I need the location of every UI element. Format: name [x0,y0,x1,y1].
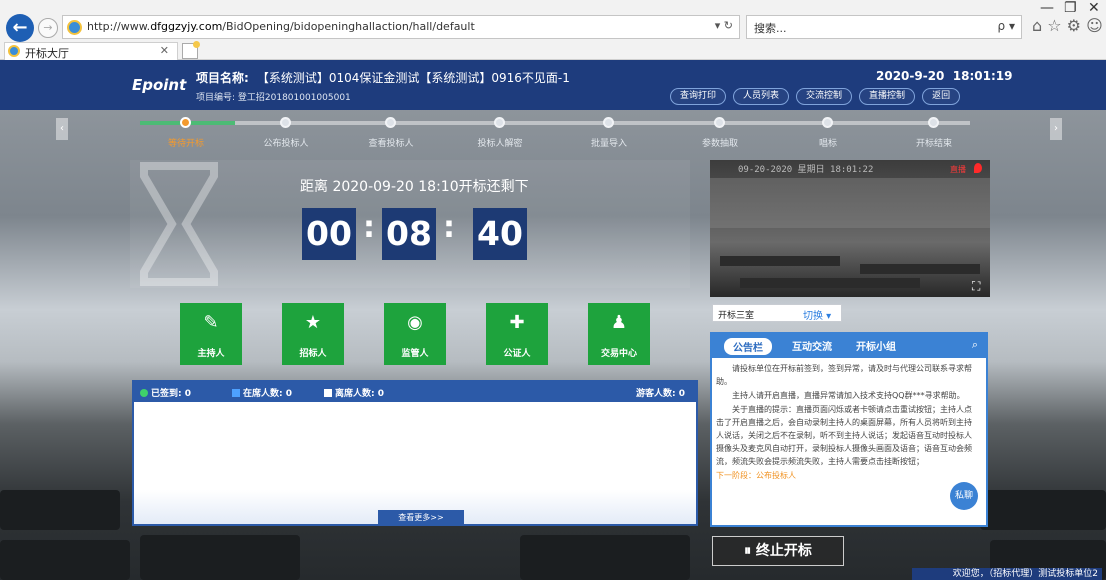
step-dot [280,117,291,128]
ie-page-icon [67,20,82,35]
close-window-icon[interactable]: ✕ [1088,0,1100,16]
countdown-hours: 00 [302,208,356,260]
project-number: 项目编号: 登工招201801001005001 [196,93,351,103]
personnel-list-button[interactable]: 人员列表 [733,88,790,105]
address-bar[interactable]: http://www.dfggzyjy.com/BidOpening/bidop… [62,15,740,39]
room-selector[interactable]: 开标三室 切换 ▾ [712,304,842,322]
tab-interaction[interactable]: 互动交流 [792,338,832,353]
browser-tab[interactable]: 开标大厅 ✕ [4,42,178,60]
live-badge: 直播 [950,165,966,174]
browser-toolbar: ← → http://www.dfggzyjy.com/BidOpening/b… [0,0,1106,60]
step-dot [385,117,396,128]
step-label-view-bidders[interactable]: 查看投标人 [368,136,413,149]
header-datetime: 2020-9-20 18:01:19 [876,69,1013,83]
minimize-icon[interactable]: — [1040,0,1054,16]
room-name: 开标三室 [718,311,755,321]
search-icon[interactable]: ⌕ [972,338,978,352]
step-label-batch-import[interactable]: 批量导入 [591,136,627,149]
notice-paragraph: 主持人请开启直播，直播异常请加入技术支持QQ群***寻求帮助。 [732,391,965,400]
notice-panel: 公告栏 互动交流 开标小组 ⌕ 请投标单位在开标前签到，签到异常，请及时与代理公… [710,332,988,527]
role-tile-supervisor[interactable]: ◉ 监管人 [384,303,446,365]
location-pin-icon [974,163,982,173]
address-url: http://www.dfggzyjy.com/BidOpening/bidop… [87,20,475,33]
notice-paragraph: 关于直播的提示：直播页面闪烁或者卡顿请点击重试按钮；主持人点击了开启直播之后，会… [716,405,972,466]
step-label-waiting[interactable]: 等待开标 [168,136,204,149]
hourglass-icon [140,162,218,286]
visitor-count: 游客人数: 0 [636,389,685,399]
header-buttons: 查询打印 人员列表 交流控制 直播控制 返回 [670,88,967,105]
step-label-sing-bid[interactable]: 唱标 [819,136,837,149]
attendance-panel: 已签到: 0 在席人数: 0 离席人数: 0 游客人数: 0 查看更多>> [132,380,698,526]
notice-tabs: 公告栏 互动交流 开标小组 ⌕ [712,334,986,358]
welcome-text: 欢迎您，（招标代理）测试投标单位2 [912,568,1102,580]
restore-icon[interactable]: ❐ [1064,0,1077,16]
tab-bid-group[interactable]: 开标小组 [856,338,896,353]
role-tile-notary[interactable]: ✚ 公证人 [486,303,548,365]
fullscreen-icon[interactable]: ⛶ [972,279,980,294]
role-tile-trade-center[interactable]: ♟ 交易中心 [588,303,650,365]
step-label-params[interactable]: 参数抽取 [702,136,738,149]
epoint-logo: Epoint [132,76,187,94]
chat-control-button[interactable]: 交流控制 [796,88,853,105]
project-name: 项目名称: 【系统测试】0104保证金测试【系统测试】0916不见面-1 [196,71,570,85]
steps-next-arrow-icon[interactable]: › [1050,118,1062,140]
step-label-publish-bidders[interactable]: 公布投标人 [263,136,308,149]
ie-tab-icon [8,45,20,57]
new-tab-icon[interactable] [182,41,200,59]
steps-prev-arrow-icon[interactable]: ‹ [56,118,68,140]
step-dot [714,117,725,128]
home-favorites-settings-icons[interactable]: ⌂ ☆ ⚙ ☺ [1032,16,1103,35]
attendance-bar: 已签到: 0 在席人数: 0 离席人数: 0 游客人数: 0 [134,382,696,402]
video-timestamp: 09-20-2020 星期日 18:01:22 [738,165,874,175]
progress-steps [140,121,970,125]
stop-opening-button[interactable]: ⏸ 终止开标 [712,536,844,566]
supervisor-icon: ◉ [407,312,423,333]
signed-count: 已签到: 0 [140,386,191,399]
room-switch[interactable]: 切换 ▾ [803,307,831,322]
role-tile-host[interactable]: ✎ 主持人 [180,303,242,365]
host-icon: ✎ [203,312,219,333]
back-button[interactable]: 返回 [922,88,961,105]
step-label-decrypt[interactable]: 投标人解密 [477,136,522,149]
tab-notice-board[interactable]: 公告栏 [724,338,772,355]
next-stage-text: 下一阶段：公布投标人 [716,471,796,480]
tab-close-icon[interactable]: ✕ [160,44,169,57]
countdown-minutes: 08 [382,208,436,260]
step-dot [603,117,614,128]
countdown-text: 距离 2020-09-20 18:10开标还剩下 [300,179,529,195]
absent-count: 离席人数: 0 [324,386,384,399]
search-icon[interactable]: ρ ▾ [998,19,1015,33]
back-arrow-icon[interactable]: ← [6,14,34,42]
view-more-button[interactable]: 查看更多>> [378,510,464,526]
private-chat-button[interactable]: 私聊 [950,482,978,510]
live-control-button[interactable]: 直播控制 [859,88,916,105]
tenderer-icon: ★ [304,312,322,333]
step-dot [180,117,191,128]
live-video[interactable]: 09-20-2020 星期日 18:01:22 直播 ⛶ [710,160,990,297]
browser-search-field[interactable]: 搜索... ρ ▾ [746,15,1022,39]
forward-arrow-icon[interactable]: → [38,18,58,38]
countdown-separator: : [443,210,455,245]
notice-paragraph: 请投标单位在开标前签到，签到异常，请及时与代理公司联系寻求帮助。 [716,364,972,386]
countdown-separator: : [363,210,375,245]
step-label-end[interactable]: 开标结束 [916,136,952,149]
step-dot [822,117,833,128]
trade-center-icon: ♟ [610,312,628,333]
role-tile-tenderer[interactable]: ★ 招标人 [282,303,344,365]
tab-title: 开标大厅 [25,47,69,60]
step-dot [928,117,939,128]
query-print-button[interactable]: 查询打印 [670,88,727,105]
app-header: Epoint 项目名称: 【系统测试】0104保证金测试【系统测试】0916不见面… [0,60,1106,110]
refresh-icon[interactable]: ▾ ↻ [715,19,733,32]
notary-icon: ✚ [509,312,525,333]
notice-content: 请投标单位在开标前签到，签到异常，请及时与代理公司联系寻求帮助。 主持人请开启直… [716,362,978,483]
bid-opening-hall: Epoint 项目名称: 【系统测试】0104保证金测试【系统测试】0916不见面… [0,60,1106,580]
present-count: 在席人数: 0 [232,386,292,399]
countdown-seconds: 40 [473,208,527,260]
step-dot [494,117,505,128]
